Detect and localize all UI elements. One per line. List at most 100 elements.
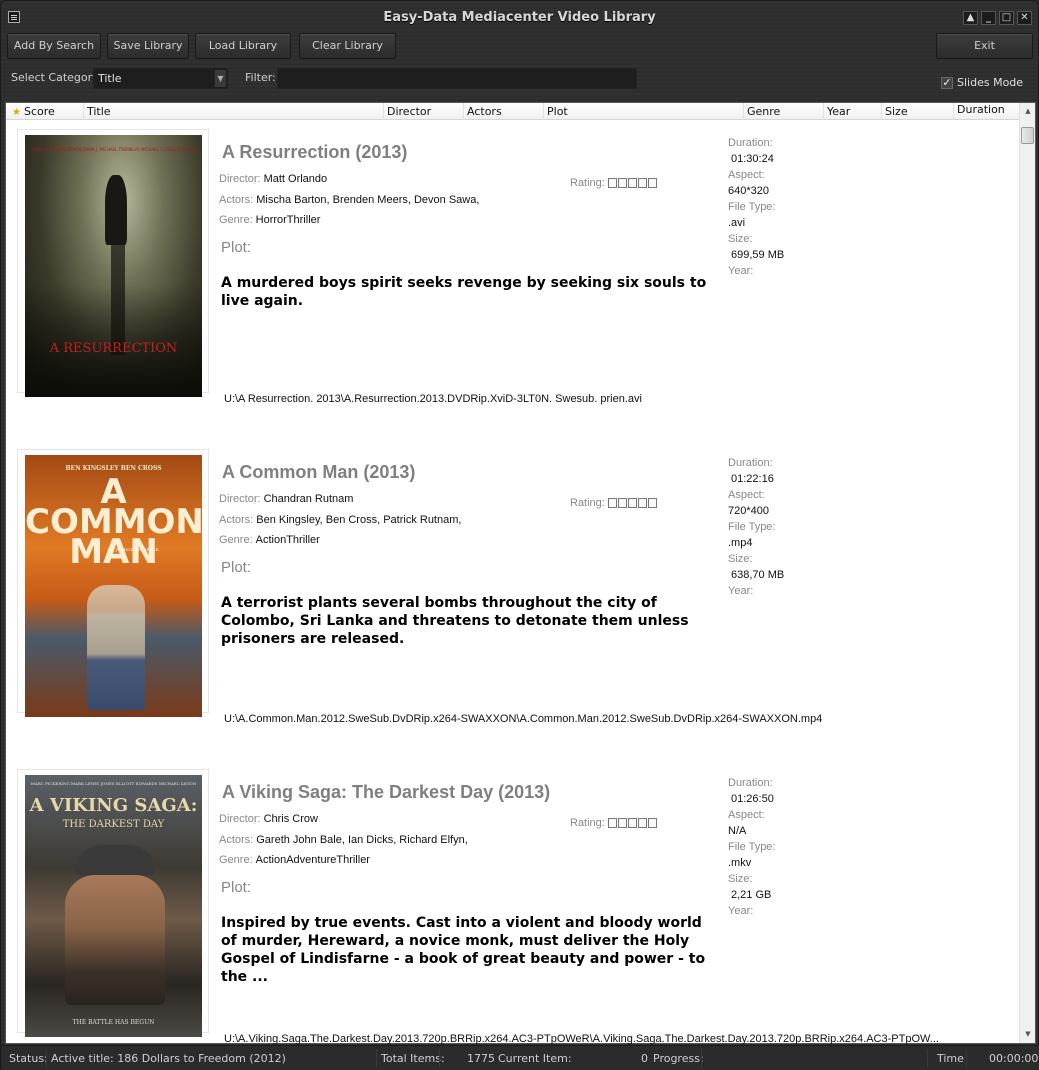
- load-library-button[interactable]: Load Library: [195, 33, 291, 59]
- chevron-down-icon[interactable]: ▼: [214, 70, 226, 87]
- entry-title[interactable]: A Resurrection (2013): [222, 142, 407, 163]
- rating-box-icon[interactable]: [637, 498, 647, 508]
- actors-field: Actors: Gareth John Bale, Ian Dicks, Rich…: [219, 834, 468, 846]
- scroll-up-icon[interactable]: ▲: [1020, 103, 1036, 120]
- slides-mode-toggle[interactable]: ✓ Slides Mode: [941, 76, 1023, 89]
- close-icon[interactable]: ✕: [1017, 11, 1032, 25]
- time-label: Time: [937, 1052, 964, 1065]
- poster-credits: MARC PICKERING MARK LEWIS JONES ELLIOTT …: [30, 781, 197, 786]
- column-header-duration[interactable]: Duration: [954, 103, 1020, 120]
- file-path[interactable]: U:\A.Viking.Saga.The.Darkest.Day.2013.72…: [224, 1033, 939, 1045]
- file-type-value: .avi: [728, 217, 746, 229]
- rating-stars[interactable]: [607, 178, 657, 188]
- genre-value: HorrorThriller: [255, 214, 321, 226]
- clear-library-button[interactable]: Clear Library: [299, 33, 396, 59]
- video-entry[interactable]: MISCHA BARTON DEVON SAWA J. MICHAEL TREM…: [17, 129, 1017, 409]
- file-path[interactable]: U:\A Resurrection. 2013\A.Resurrection.2…: [224, 393, 642, 405]
- category-label: Select Category: [11, 71, 99, 84]
- video-entry[interactable]: MARC PICKERING MARK LEWIS JONES ELLIOTT …: [17, 769, 1017, 1049]
- genre-field: Genre: ActionThriller: [219, 534, 320, 546]
- column-header-title[interactable]: Title: [84, 103, 384, 120]
- pin-icon[interactable]: ▲: [963, 11, 978, 25]
- window-title: Easy-Data Mediacenter Video Library: [383, 10, 656, 25]
- genre-value: ActionThriller: [255, 534, 320, 546]
- rating-box-icon[interactable]: [617, 178, 627, 188]
- rating-box-icon[interactable]: [627, 178, 637, 188]
- duration-value: 01:30:24: [731, 153, 774, 165]
- category-select[interactable]: Title ▼: [93, 68, 228, 89]
- status-divider: [927, 1049, 928, 1067]
- maximize-icon[interactable]: □: [999, 11, 1014, 25]
- rating-box-icon[interactable]: [607, 498, 617, 508]
- aspect-value: N/A: [728, 825, 747, 837]
- rating-box-icon[interactable]: [607, 818, 617, 828]
- file-path[interactable]: U:\A.Common.Man.2012.SweSub.DvDRip.x264-…: [224, 713, 822, 725]
- status-divider: [46, 1049, 47, 1067]
- current-item-value: 0: [641, 1052, 648, 1065]
- rating-stars[interactable]: [607, 818, 657, 828]
- rating-box-icon[interactable]: [617, 818, 627, 828]
- duration-value: 01:26:50: [731, 793, 774, 805]
- status-divider: [701, 1049, 702, 1067]
- scroll-down-icon[interactable]: ▼: [1020, 1026, 1036, 1043]
- filter-input[interactable]: [277, 68, 637, 89]
- poster-image[interactable]: BEN KINGSLEY BEN CROSS A COMMON MAN NO J…: [25, 455, 202, 717]
- plot-label: Plot:: [221, 559, 252, 576]
- column-header-actors[interactable]: Actors: [464, 103, 544, 120]
- column-header-genre[interactable]: Genre: [744, 103, 824, 120]
- poster-title: A RESURRECTION: [49, 341, 178, 356]
- poster-credits: MISCHA BARTON DEVON SAWA J. MICHAEL TREM…: [32, 147, 195, 152]
- rating-stars[interactable]: [607, 498, 657, 508]
- rating-box-icon[interactable]: [647, 178, 657, 188]
- genre-field: Genre: ActionAdventureThriller: [219, 854, 370, 866]
- column-header-size[interactable]: Size: [882, 103, 954, 120]
- director-value: Matt Orlando: [263, 173, 328, 185]
- rating-box-icon[interactable]: [607, 178, 617, 188]
- rating-box-icon[interactable]: [627, 818, 637, 828]
- director-field: Director: Chris Crow: [219, 813, 318, 825]
- file-type-value: .mkv: [728, 857, 752, 869]
- genre-value: ActionAdventureThriller: [255, 854, 370, 866]
- meta-block: Duration: 01:30:24 Aspect: 640*320 File …: [728, 137, 785, 277]
- total-items-value: 1775: [467, 1052, 495, 1065]
- poster-figure: [65, 875, 165, 1005]
- video-entry[interactable]: BEN KINGSLEY BEN CROSS A COMMON MAN NO J…: [17, 449, 1017, 729]
- rating-box-icon[interactable]: [647, 818, 657, 828]
- column-header-score[interactable]: ★ Score: [6, 103, 84, 120]
- poster-frame: MARC PICKERING MARK LEWIS JONES ELLIOTT …: [17, 769, 209, 1037]
- rating-box-icon[interactable]: [647, 498, 657, 508]
- column-header-year[interactable]: Year: [824, 103, 882, 120]
- status-divider: [439, 1049, 440, 1067]
- entry-title[interactable]: A Viking Saga: The Darkest Day (2013): [222, 782, 550, 803]
- rating-box-icon[interactable]: [627, 498, 637, 508]
- poster-credits: BEN KINGSLEY BEN CROSS: [65, 465, 162, 472]
- poster-title: A COMMON MAN: [25, 472, 202, 572]
- vertical-scrollbar[interactable]: ▲ ▼: [1019, 103, 1035, 1043]
- save-library-button[interactable]: Save Library: [107, 33, 189, 59]
- poster-figure: [87, 585, 145, 710]
- meta-block: Duration: 01:22:16 Aspect: 720*400 File …: [728, 457, 785, 597]
- poster-helmet: [75, 845, 155, 875]
- category-selected-value: Title: [98, 72, 122, 85]
- exit-button[interactable]: Exit: [936, 33, 1033, 59]
- poster-image[interactable]: MARC PICKERING MARK LEWIS JONES ELLIOTT …: [25, 775, 202, 1037]
- column-header-director[interactable]: Director: [384, 103, 464, 120]
- rating-box-icon[interactable]: [617, 498, 627, 508]
- rating-box-icon[interactable]: [637, 178, 647, 188]
- slides-mode-checkbox[interactable]: ✓: [941, 76, 953, 89]
- plot-text: A murdered boys spirit seeks revenge by …: [221, 275, 707, 309]
- actors-field: Actors: Mischa Barton, Brenden Meers, Dev…: [219, 194, 480, 206]
- scroll-thumb[interactable]: [1021, 127, 1034, 144]
- actors-field: Actors: Ben Kingsley, Ben Cross, Patrick …: [219, 514, 462, 526]
- minimize-icon[interactable]: _: [981, 11, 996, 25]
- video-list: ★ Score Title Director Actors Plot Genre …: [5, 102, 1036, 1045]
- add-by-search-button[interactable]: Add By Search: [7, 33, 101, 59]
- slides-mode-label: Slides Mode: [957, 76, 1024, 89]
- director-field: Director: Matt Orlando: [219, 173, 328, 185]
- column-header-plot[interactable]: Plot: [544, 103, 744, 120]
- poster-frame: MISCHA BARTON DEVON SAWA J. MICHAEL TREM…: [17, 129, 209, 397]
- rating-box-icon[interactable]: [637, 818, 647, 828]
- entry-title[interactable]: A Common Man (2013): [222, 462, 415, 483]
- poster-image[interactable]: MISCHA BARTON DEVON SAWA J. MICHAEL TREM…: [25, 135, 202, 397]
- file-type-value: .mp4: [728, 537, 753, 549]
